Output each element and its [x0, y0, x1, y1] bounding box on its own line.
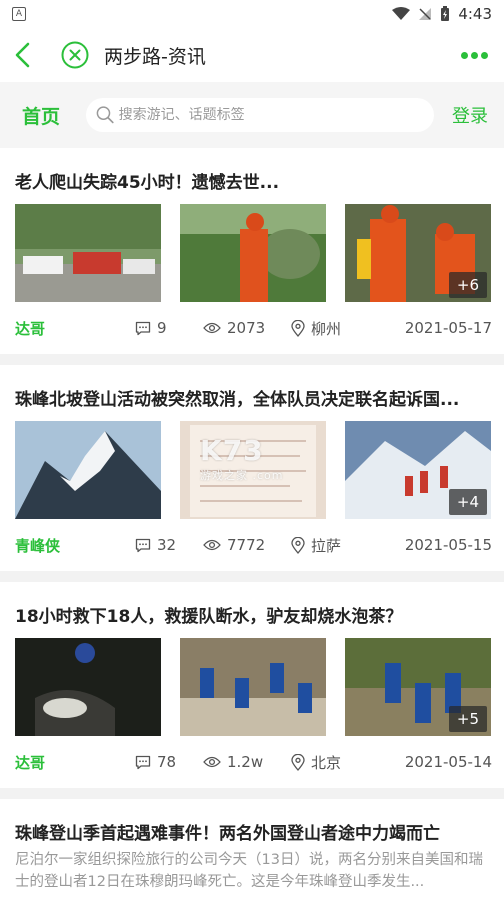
comment-icon	[135, 538, 151, 552]
circle-x-icon	[61, 41, 89, 69]
article-image[interactable]	[180, 638, 326, 736]
article-image[interactable]	[15, 204, 161, 302]
location-pin-icon	[291, 536, 305, 554]
publish-date: 2021-05-14	[404, 753, 492, 771]
article-thumbnails: +5	[15, 638, 492, 736]
article-title[interactable]: 18小时救下18人，救援队断水，驴友却烧水泡茶？	[15, 582, 492, 632]
article-meta: 达哥 9 2073 柳州 2021-05-17	[15, 302, 492, 354]
three-dots-icon	[461, 51, 468, 59]
eye-icon	[203, 756, 221, 768]
watermark-logo: K73 游戏之家 .com	[200, 434, 284, 482]
battery-icon	[441, 6, 450, 21]
status-time: 4:43	[458, 5, 492, 23]
page-title: 两步路-资讯	[104, 45, 206, 68]
comment-count: 78	[135, 753, 203, 771]
location-pin-icon	[291, 753, 305, 771]
search-input[interactable]	[118, 107, 434, 123]
eye-icon	[203, 539, 221, 551]
article-thumbnails: +6	[15, 204, 492, 302]
article-image[interactable]	[15, 421, 161, 519]
article-summary: 尼泊尔一家组织探险旅行的公司今天（13日）说，两名分别来自美国和瑞士的登山者12…	[15, 852, 483, 890]
article-feed: 老人爬山失踪45小时！遗憾去世... +6 达哥 9 2073 柳州 2021-…	[0, 148, 504, 899]
comment-icon	[135, 755, 151, 769]
publish-date: 2021-05-17	[404, 319, 492, 337]
article-card[interactable]: 老人爬山失踪45小时！遗憾去世... +6 达哥 9 2073 柳州 2021-…	[0, 148, 504, 354]
location-pin-icon	[291, 319, 305, 337]
comment-icon	[135, 321, 151, 335]
no-signal-icon	[419, 8, 432, 20]
more-images-badge: +6	[448, 272, 487, 298]
view-count: 7772	[203, 536, 291, 554]
article-image[interactable]	[180, 204, 326, 302]
article-card[interactable]: 珠峰登山季首起遇难事件！两名外国登山者途中力竭而亡 尼泊尔一家组织探险旅行的公司…	[0, 799, 504, 899]
publish-date: 2021-05-15	[404, 536, 492, 554]
search-bar-row: 首页 登录	[0, 82, 504, 148]
article-image[interactable]: +5	[345, 638, 491, 736]
search-box[interactable]	[86, 98, 434, 132]
status-bar: A 4:43	[0, 0, 504, 28]
view-count: 2073	[203, 319, 291, 337]
search-icon	[96, 106, 114, 124]
close-button[interactable]	[60, 40, 90, 70]
home-tab[interactable]: 首页	[22, 102, 78, 129]
more-menu-button[interactable]	[461, 44, 488, 67]
app-notification-icon: A	[12, 7, 26, 21]
author-name[interactable]: 达哥	[15, 318, 135, 339]
back-button[interactable]	[14, 35, 42, 75]
article-meta: 达哥 78 1.2w 北京 2021-05-14	[15, 736, 492, 788]
login-button[interactable]: 登录	[452, 102, 488, 128]
article-title[interactable]: 珠峰登山季首起遇难事件！两名外国登山者途中力竭而亡	[15, 799, 492, 849]
article-image[interactable]	[15, 638, 161, 736]
author-name[interactable]: 青峰侠	[15, 535, 135, 556]
chevron-left-icon	[15, 42, 30, 68]
top-nav-bar: 两步路-资讯	[0, 28, 504, 82]
more-images-badge: +5	[448, 706, 487, 732]
article-meta: 青峰侠 32 7772 拉萨 2021-05-15	[15, 519, 492, 571]
eye-icon	[203, 322, 221, 334]
location: 拉萨	[291, 535, 405, 556]
article-image[interactable]: +4	[345, 421, 491, 519]
article-title[interactable]: 老人爬山失踪45小时！遗憾去世...	[15, 148, 492, 198]
view-count: 1.2w	[203, 753, 291, 771]
article-title[interactable]: 珠峰北坡登山活动被突然取消，全体队员决定联名起诉国...	[15, 365, 492, 415]
more-images-badge: +4	[448, 489, 487, 515]
location: 柳州	[291, 318, 405, 339]
comment-count: 9	[135, 319, 203, 337]
comment-count: 32	[135, 536, 203, 554]
location: 北京	[291, 752, 405, 773]
article-image[interactable]: +6	[345, 204, 491, 302]
wifi-icon	[392, 7, 411, 20]
author-name[interactable]: 达哥	[15, 752, 135, 773]
article-card[interactable]: 18小时救下18人，救援队断水，驴友却烧水泡茶？ +5 达哥 78 1.2w 北…	[0, 582, 504, 788]
